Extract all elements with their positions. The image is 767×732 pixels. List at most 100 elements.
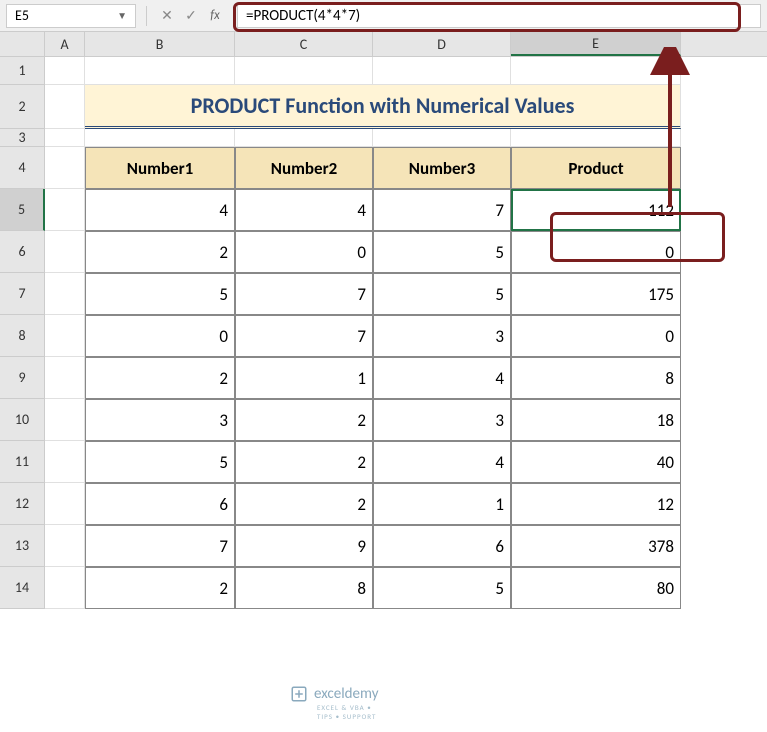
cell-A6[interactable] — [45, 231, 85, 273]
cell-D13[interactable]: 6 — [373, 525, 511, 567]
chevron-down-icon[interactable]: ▼ — [117, 9, 127, 22]
cell-D9[interactable]: 4 — [373, 357, 511, 399]
formula-bar: E5 ▼ ✕ ✓ fx =PRODUCT(4*4*7) — [0, 0, 767, 32]
cell-A2[interactable] — [45, 85, 85, 129]
spreadsheet-icon — [290, 685, 308, 703]
cell-B6[interactable]: 2 — [85, 231, 235, 273]
select-all-triangle[interactable] — [0, 32, 45, 56]
header-number3[interactable]: Number3 — [373, 147, 511, 189]
cell-E11[interactable]: 40 — [511, 441, 681, 483]
cell-A13[interactable] — [45, 525, 85, 567]
cell-A11[interactable] — [45, 441, 85, 483]
row-header-13[interactable]: 13 — [0, 525, 45, 567]
cell-E6[interactable]: 0 — [511, 231, 681, 273]
fx-icon[interactable]: fx — [205, 6, 225, 26]
cell-E14[interactable]: 80 — [511, 567, 681, 609]
row-header-9[interactable]: 9 — [0, 357, 45, 399]
cell-D5[interactable]: 7 — [373, 189, 511, 231]
name-box-value: E5 — [15, 7, 29, 24]
cell-E13[interactable]: 378 — [511, 525, 681, 567]
cell-C1[interactable] — [235, 57, 373, 85]
cell-A7[interactable] — [45, 273, 85, 315]
cell-B14[interactable]: 2 — [85, 567, 235, 609]
name-box[interactable]: E5 ▼ — [6, 4, 136, 28]
cell-B12[interactable]: 6 — [85, 483, 235, 525]
cell-C11[interactable]: 2 — [235, 441, 373, 483]
cell-C5[interactable]: 4 — [235, 189, 373, 231]
grid: 1 2 PRODUCT Function with Numerical Valu… — [0, 57, 767, 609]
header-number2[interactable]: Number2 — [235, 147, 373, 189]
cell-E10[interactable]: 18 — [511, 399, 681, 441]
cell-B11[interactable]: 5 — [85, 441, 235, 483]
cancel-icon[interactable]: ✕ — [157, 6, 177, 26]
col-header-D[interactable]: D — [373, 32, 511, 56]
cell-D1[interactable] — [373, 57, 511, 85]
title-text: PRODUCT Function with Numerical Values — [191, 92, 575, 119]
row-header-10[interactable]: 10 — [0, 399, 45, 441]
cell-D11[interactable]: 4 — [373, 441, 511, 483]
cell-D3[interactable] — [373, 129, 511, 147]
cell-C10[interactable]: 2 — [235, 399, 373, 441]
cell-A1[interactable] — [45, 57, 85, 85]
row-header-6[interactable]: 6 — [0, 231, 45, 273]
cell-B5[interactable]: 4 — [85, 189, 235, 231]
cell-E5[interactable]: 112 — [511, 189, 681, 231]
cell-C9[interactable]: 1 — [235, 357, 373, 399]
row-header-12[interactable]: 12 — [0, 483, 45, 525]
cell-A5[interactable] — [45, 189, 85, 231]
cell-C14[interactable]: 8 — [235, 567, 373, 609]
cell-E12[interactable]: 12 — [511, 483, 681, 525]
cell-E3[interactable] — [511, 129, 681, 147]
col-header-B[interactable]: B — [85, 32, 235, 56]
header-product[interactable]: Product — [511, 147, 681, 189]
cell-C3[interactable] — [235, 129, 373, 147]
cell-C8[interactable]: 7 — [235, 315, 373, 357]
check-icon[interactable]: ✓ — [181, 6, 201, 26]
cell-E8[interactable]: 0 — [511, 315, 681, 357]
cell-B7[interactable]: 5 — [85, 273, 235, 315]
cell-C7[interactable]: 7 — [235, 273, 373, 315]
cell-A14[interactable] — [45, 567, 85, 609]
cell-E1[interactable] — [511, 57, 681, 85]
row-header-8[interactable]: 8 — [0, 315, 45, 357]
row-header-5[interactable]: 5 — [0, 189, 45, 231]
row-header-3[interactable]: 3 — [0, 129, 45, 147]
cell-C13[interactable]: 9 — [235, 525, 373, 567]
row-header-4[interactable]: 4 — [0, 147, 45, 189]
cell-A8[interactable] — [45, 315, 85, 357]
cell-D6[interactable]: 5 — [373, 231, 511, 273]
col-header-C[interactable]: C — [235, 32, 373, 56]
row-header-1[interactable]: 1 — [0, 57, 45, 85]
cell-B13[interactable]: 7 — [85, 525, 235, 567]
formula-input[interactable]: =PRODUCT(4*4*7) — [237, 4, 761, 28]
cell-D12[interactable]: 1 — [373, 483, 511, 525]
cell-A9[interactable] — [45, 357, 85, 399]
cell-A3[interactable] — [45, 129, 85, 147]
cell-A10[interactable] — [45, 399, 85, 441]
sheet-area: A B C D E 1 2 PRODUCT Function with Nume… — [0, 32, 767, 609]
cell-B1[interactable] — [85, 57, 235, 85]
row-header-7[interactable]: 7 — [0, 273, 45, 315]
col-header-E[interactable]: E — [511, 32, 681, 56]
cell-D8[interactable]: 3 — [373, 315, 511, 357]
cell-C12[interactable]: 2 — [235, 483, 373, 525]
row-header-2[interactable]: 2 — [0, 85, 45, 129]
col-header-A[interactable]: A — [45, 32, 85, 56]
cell-A12[interactable] — [45, 483, 85, 525]
cell-E9[interactable]: 8 — [511, 357, 681, 399]
cell-A4[interactable] — [45, 147, 85, 189]
cell-B10[interactable]: 3 — [85, 399, 235, 441]
cell-B8[interactable]: 0 — [85, 315, 235, 357]
title-cell[interactable]: PRODUCT Function with Numerical Values — [85, 85, 681, 129]
cell-C6[interactable]: 0 — [235, 231, 373, 273]
cell-D14[interactable]: 5 — [373, 567, 511, 609]
row-header-14[interactable]: 14 — [0, 567, 45, 609]
row-header-11[interactable]: 11 — [0, 441, 45, 483]
cell-B9[interactable]: 2 — [85, 357, 235, 399]
header-number1[interactable]: Number1 — [85, 147, 235, 189]
cell-D10[interactable]: 3 — [373, 399, 511, 441]
cell-B3[interactable] — [85, 129, 235, 147]
cell-D7[interactable]: 5 — [373, 273, 511, 315]
cell-E7[interactable]: 175 — [511, 273, 681, 315]
column-headers: A B C D E — [0, 32, 767, 57]
